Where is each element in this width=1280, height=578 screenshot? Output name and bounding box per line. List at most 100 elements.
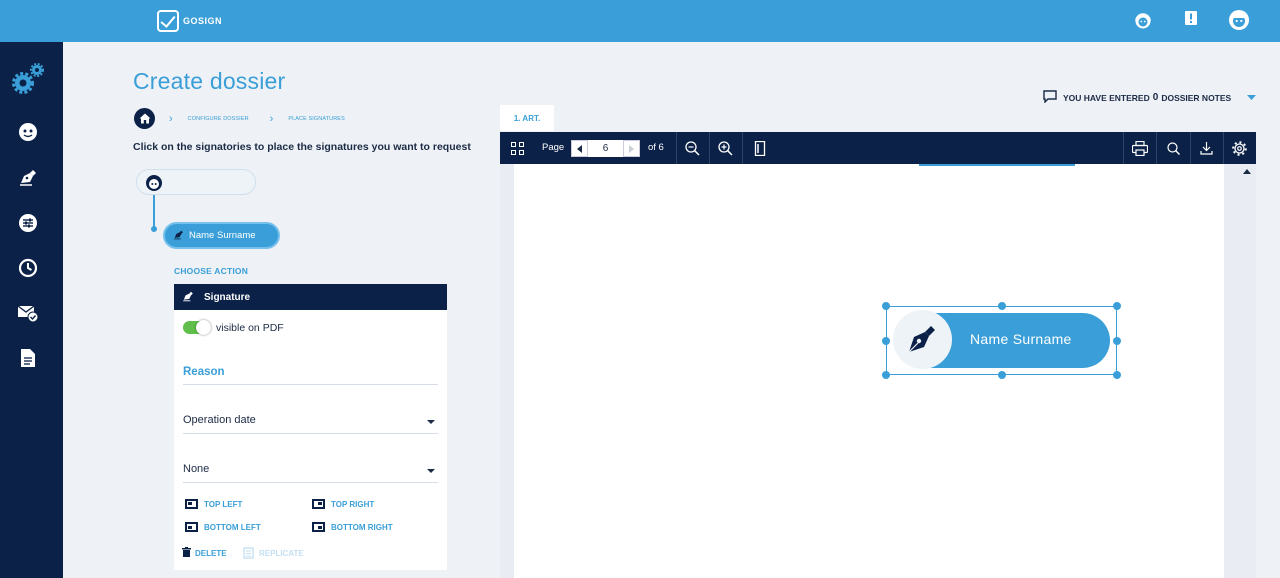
notification-alert-icon[interactable] <box>1184 10 1198 28</box>
signature-field-selection[interactable] <box>886 306 1117 375</box>
position-bottom-left-icon <box>185 522 198 532</box>
position-top-left-icon <box>185 499 198 509</box>
secondary-select-value: None <box>183 463 210 475</box>
tree-connector <box>153 195 155 228</box>
caret-down-icon <box>427 469 435 473</box>
scroll-up-arrow-icon[interactable] <box>1243 169 1251 174</box>
position-top-right-button[interactable]: TOP RIGHT <box>312 499 374 509</box>
left-sidebar <box>0 42 63 578</box>
breadcrumb-place-signatures[interactable]: PLACE SIGNATURES <box>288 116 345 122</box>
replicate-button[interactable]: REPLICATE <box>243 546 304 561</box>
resize-handle-right[interactable] <box>1113 337 1121 345</box>
position-bottom-left-button[interactable]: BOTTOM LEFT <box>185 522 261 532</box>
document-icon[interactable] <box>17 347 39 369</box>
resize-handle-bottom-right[interactable] <box>1113 371 1121 379</box>
signature-pen-icon[interactable] <box>17 166 39 188</box>
resize-handle-bottom-left[interactable] <box>882 371 890 379</box>
zoom-out-icon[interactable] <box>683 132 701 164</box>
visible-on-pdf-label: visible on PDF <box>216 321 284 334</box>
toolbar-divider <box>1156 132 1157 164</box>
delete-button[interactable]: DELETE <box>182 547 227 559</box>
reason-field[interactable]: Reason <box>183 366 438 385</box>
position-bottom-right-icon <box>312 522 325 532</box>
chevron-down-icon <box>1247 93 1257 103</box>
secondary-select[interactable]: None <box>183 463 438 483</box>
breadcrumb-chevron-icon: › <box>269 112 274 125</box>
resize-handle-top-left[interactable] <box>882 302 890 310</box>
breadcrumb-chevron-icon: › <box>169 112 173 125</box>
position-bottom-right-button[interactable]: BOTTOM RIGHT <box>312 522 393 532</box>
page-navigator <box>571 140 640 157</box>
zoom-in-icon[interactable] <box>716 132 734 164</box>
delete-label: DELETE <box>195 548 227 558</box>
position-bottom-right-label: BOTTOM RIGHT <box>331 522 393 532</box>
toolbar-divider <box>1190 132 1191 164</box>
support-agent-icon[interactable] <box>1134 12 1152 30</box>
resize-handle-bottom[interactable] <box>998 371 1006 379</box>
instruction-text: Click on the signatories to place the si… <box>133 141 471 153</box>
home-icon[interactable] <box>134 108 155 129</box>
signatory-face-icon <box>145 174 163 197</box>
visible-on-pdf-row: visible on PDF <box>183 320 284 335</box>
fit-page-icon[interactable] <box>751 132 769 164</box>
top-bar: GOSIGN <box>0 0 1280 42</box>
thumbnails-grid-icon[interactable] <box>508 132 526 164</box>
tree-connector-dot <box>151 226 157 232</box>
page-count-label: of 6 <box>648 142 664 153</box>
settings-gear-icon[interactable] <box>12 63 46 94</box>
operation-date-select[interactable]: Operation date <box>183 414 438 434</box>
page-number-input[interactable] <box>588 140 623 157</box>
breadcrumb-configure-dossier[interactable]: CONFIGURE DOSSIER <box>188 116 249 122</box>
filters-sliders-icon[interactable] <box>17 212 39 234</box>
logo-check-icon <box>157 10 179 32</box>
position-top-right-label: TOP RIGHT <box>331 499 375 509</box>
mail-check-icon[interactable] <box>17 302 39 324</box>
previous-page-button[interactable] <box>571 140 588 157</box>
toolbar-divider <box>1223 132 1224 164</box>
action-type-label: Signature <box>204 291 251 303</box>
resize-handle-left[interactable] <box>882 337 890 345</box>
toolbar-divider <box>676 132 677 164</box>
signature-pen-icon <box>173 229 184 243</box>
contacts-face-icon[interactable] <box>17 121 39 143</box>
visible-on-pdf-toggle[interactable] <box>183 320 211 335</box>
signatory-name-button[interactable]: Name Surname <box>163 222 280 249</box>
logo-text: GOSIGN <box>183 16 223 26</box>
history-clock-icon[interactable] <box>17 257 39 279</box>
download-icon[interactable] <box>1197 132 1215 164</box>
viewer-toolbar: Page of 6 <box>500 132 1256 164</box>
user-avatar-icon[interactable] <box>1228 9 1250 31</box>
print-icon[interactable] <box>1130 132 1150 164</box>
copy-icon <box>243 546 255 561</box>
dossier-notes-toggle[interactable]: YOU HAVE ENTERED 0 DOSSIER NOTES <box>1043 90 1257 105</box>
replicate-label: REPLICATE <box>259 549 304 558</box>
breadcrumb: › CONFIGURE DOSSIER › PLACE SIGNATURES <box>134 108 345 129</box>
notes-suffix: DOSSIER NOTES <box>1161 92 1232 103</box>
resize-handle-top-right[interactable] <box>1113 302 1121 310</box>
resize-handle-top[interactable] <box>998 302 1006 310</box>
next-page-button[interactable] <box>623 140 640 157</box>
position-bottom-left-label: BOTTOM LEFT <box>204 522 261 532</box>
page-title: Create dossier <box>133 68 286 94</box>
app-logo[interactable]: GOSIGN <box>157 10 222 32</box>
position-top-left-label: TOP LEFT <box>204 499 243 509</box>
notes-prefix: YOU HAVE ENTERED <box>1063 92 1150 103</box>
choose-action-label: CHOOSE ACTION <box>174 266 249 276</box>
position-top-left-button[interactable]: TOP LEFT <box>185 499 242 509</box>
gear-icon[interactable] <box>1230 132 1248 164</box>
trash-icon <box>182 547 191 559</box>
notes-comment-icon <box>1043 90 1057 105</box>
action-panel: Signature visible on PDF Reason Operatio… <box>174 284 447 570</box>
toolbar-divider <box>709 132 710 164</box>
signatory-group-pill[interactable] <box>136 169 256 195</box>
toolbar-divider <box>742 132 743 164</box>
notes-count: 0 <box>1152 92 1159 103</box>
action-signature-header[interactable]: Signature <box>174 284 447 310</box>
search-icon[interactable] <box>1164 132 1182 164</box>
toolbar-divider <box>1123 132 1124 164</box>
position-top-right-icon <box>312 499 325 509</box>
page-content-line <box>919 164 1075 166</box>
page-label: Page <box>542 142 565 153</box>
signatory-name-label: Name Surname <box>189 230 256 241</box>
tab-document[interactable]: 1. ART. <box>500 105 554 131</box>
